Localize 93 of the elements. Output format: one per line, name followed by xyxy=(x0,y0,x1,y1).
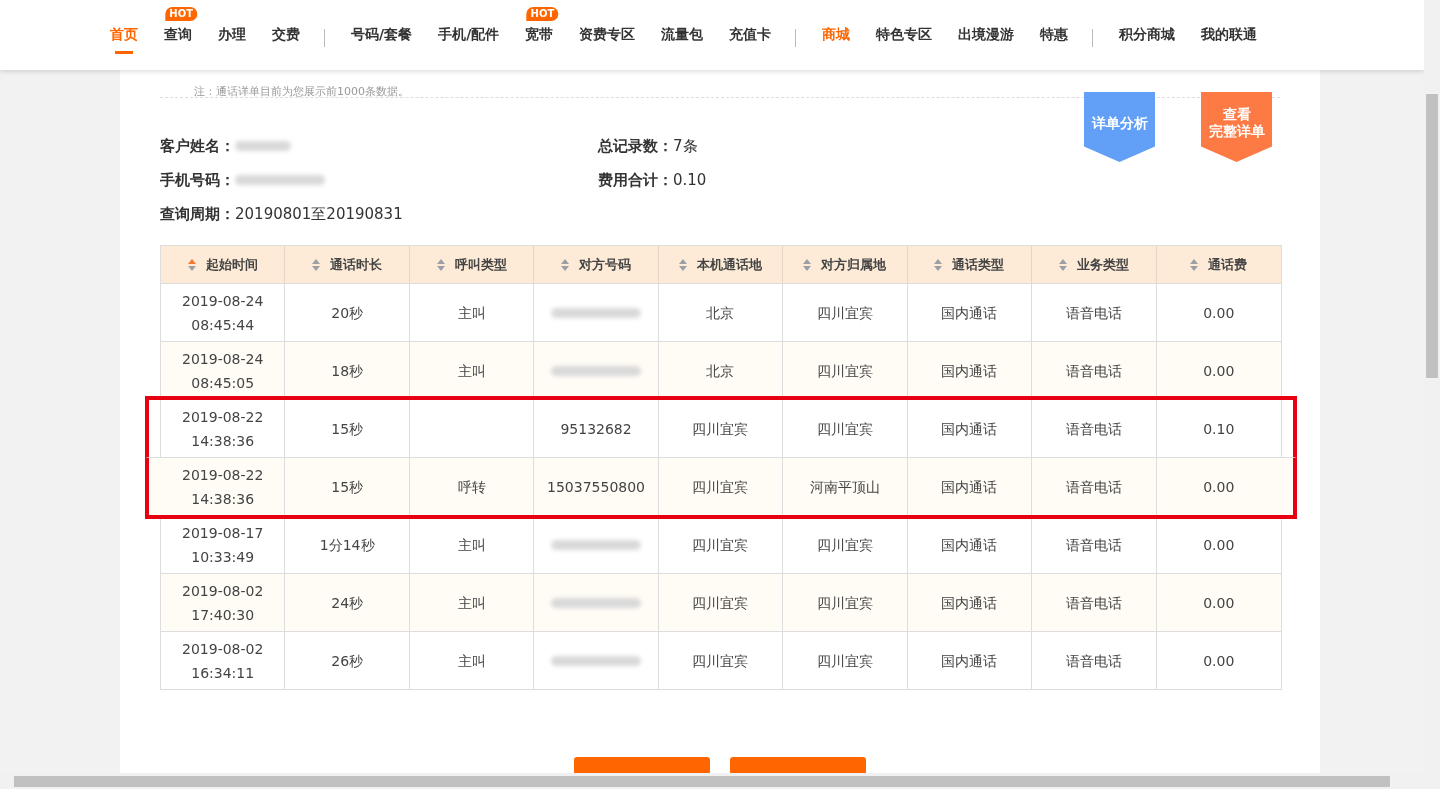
action-button[interactable] xyxy=(574,757,710,773)
table-cell-text: 四川宜宾 xyxy=(692,651,749,671)
table-cell-text: 北京 xyxy=(706,361,735,381)
table-cell-text: 15秒 xyxy=(331,419,364,439)
field-label: 费用合计： xyxy=(598,170,673,190)
field-label: 客户姓名： xyxy=(160,136,235,156)
table-cell-text: 2019-08-02 16:34:11 xyxy=(182,639,264,683)
table-cell-text: 2019-08-24 08:45:44 xyxy=(182,291,264,335)
field-label: 总记录数： xyxy=(598,136,673,156)
table-cell-text: 语音电话 xyxy=(1065,419,1122,439)
table-cell-text: 国内通话 xyxy=(941,419,998,439)
table-cell-text: 呼转 xyxy=(457,477,486,497)
field-value: 0.10 xyxy=(673,171,707,189)
nav-link[interactable]: 宽带 xyxy=(525,22,554,54)
table-cell-text: 2019-08-24 08:45:05 xyxy=(182,349,264,393)
table-cell-text: 国内通话 xyxy=(941,361,998,381)
table-cell-text: 0.10 xyxy=(1203,419,1235,439)
nav-link[interactable]: 我的联通 xyxy=(1201,22,1258,54)
table-cell-text: 2019-08-17 10:33:49 xyxy=(182,523,264,567)
field-value: 20190801至20190831 xyxy=(235,204,403,224)
table-cell-text: 语音电话 xyxy=(1065,361,1122,381)
table-cell-text: 0.00 xyxy=(1203,303,1235,323)
table-cell-text: 26秒 xyxy=(331,651,364,671)
table-cell-text: 四川宜宾 xyxy=(816,593,873,613)
table-cell-text: 四川宜宾 xyxy=(816,535,873,555)
table-cell-text: 24秒 xyxy=(331,593,364,613)
table-cell-text: 北京 xyxy=(706,303,735,323)
nav-link[interactable]: 交费 xyxy=(272,22,300,54)
table-cell-text: 主叫 xyxy=(457,303,486,323)
hot-badge: HOT xyxy=(526,7,559,21)
column-header[interactable]: 呼叫类型 xyxy=(409,246,535,283)
column-header[interactable]: 通话时长 xyxy=(285,246,410,283)
table-cell-text: 0.00 xyxy=(1203,651,1235,671)
table-cell-text: 主叫 xyxy=(457,535,486,555)
table-cell-text: 2019-08-22 14:38:36 xyxy=(182,407,264,451)
table-cell-text: 15037550800 xyxy=(547,477,646,497)
table-cell-text: 2019-08-02 17:40:30 xyxy=(182,581,264,625)
column-header[interactable]: 对方归属地 xyxy=(783,246,908,283)
table-cell-text: 15秒 xyxy=(331,477,364,497)
table-cell-text: 主叫 xyxy=(457,651,486,671)
table-cell-text: 四川宜宾 xyxy=(692,477,749,497)
table-cell-text: 四川宜宾 xyxy=(692,535,749,555)
table-cell-text: 国内通话 xyxy=(941,651,998,671)
table-cell-text: 2019-08-22 14:38:36 xyxy=(182,465,264,509)
note-text: 注：通话详单目前为您展示前1000条数据。 xyxy=(194,85,409,98)
column-header[interactable]: 通话类型 xyxy=(907,246,1033,283)
table-cell-text: 主叫 xyxy=(457,361,486,381)
column-header[interactable]: 业务类型 xyxy=(1032,246,1157,283)
table-cell-text: 0.00 xyxy=(1203,593,1235,613)
table-cell-text: 四川宜宾 xyxy=(816,303,873,323)
nav-link[interactable]: 手机/配件 xyxy=(438,22,500,54)
table-cell-text: 语音电话 xyxy=(1065,477,1122,497)
table-cell-text: 1分14秒 xyxy=(319,535,375,555)
table-cell-text: 语音电话 xyxy=(1065,535,1122,555)
nav-link[interactable]: 资费专区 xyxy=(579,22,636,54)
table-cell-text: 河南平顶山 xyxy=(809,477,880,497)
nav-link[interactable]: 积分商城 xyxy=(1119,22,1176,54)
column-header[interactable]: 起始时间 xyxy=(161,246,286,283)
table-cell-text: 国内通话 xyxy=(941,477,998,497)
table-cell-text: 国内通话 xyxy=(941,303,998,323)
field-value: 7条 xyxy=(673,136,698,156)
table-cell-text: 语音电话 xyxy=(1065,651,1122,671)
table-cell-text: 主叫 xyxy=(457,593,486,613)
table-cell-text: 0.00 xyxy=(1203,477,1235,497)
table-cell-text: 四川宜宾 xyxy=(816,361,873,381)
table-cell-text: 0.00 xyxy=(1203,535,1235,555)
column-header[interactable]: 本机通话地 xyxy=(658,246,784,283)
hot-badge: HOT xyxy=(165,7,197,21)
nav-link[interactable]: 查询 xyxy=(164,22,192,54)
nav-link[interactable]: 号码/套餐 xyxy=(351,22,413,54)
nav-link[interactable]: 特惠 xyxy=(1040,22,1069,54)
field-label: 手机号码： xyxy=(160,170,235,190)
action-button[interactable] xyxy=(730,757,866,773)
table-cell-text: 国内通话 xyxy=(941,535,998,555)
table-cell-text: 四川宜宾 xyxy=(692,419,749,439)
table-cell-text: 四川宜宾 xyxy=(692,593,749,613)
table-cell-text: 18秒 xyxy=(331,361,364,381)
table-cell-text: 95132682 xyxy=(560,419,632,439)
column-header[interactable]: 对方号码 xyxy=(534,246,659,283)
table-cell-text: 国内通话 xyxy=(941,593,998,613)
column-header[interactable]: 通话费 xyxy=(1156,246,1281,283)
nav-link[interactable]: 特色专区 xyxy=(876,22,933,54)
field-label: 查询周期： xyxy=(160,204,235,224)
nav-link[interactable]: 充值卡 xyxy=(729,22,772,54)
table-cell-text: 0.00 xyxy=(1203,361,1235,381)
table-cell-text: 四川宜宾 xyxy=(816,419,873,439)
nav-link[interactable]: 办理 xyxy=(218,22,246,54)
table-cell-text: 20秒 xyxy=(331,303,364,323)
nav-link[interactable]: 出境漫游 xyxy=(958,22,1015,54)
table-cell-text: 语音电话 xyxy=(1065,303,1122,323)
table-cell-text: 四川宜宾 xyxy=(816,651,873,671)
nav-link[interactable]: 流量包 xyxy=(661,22,704,54)
table-cell-text: 语音电话 xyxy=(1065,593,1122,613)
